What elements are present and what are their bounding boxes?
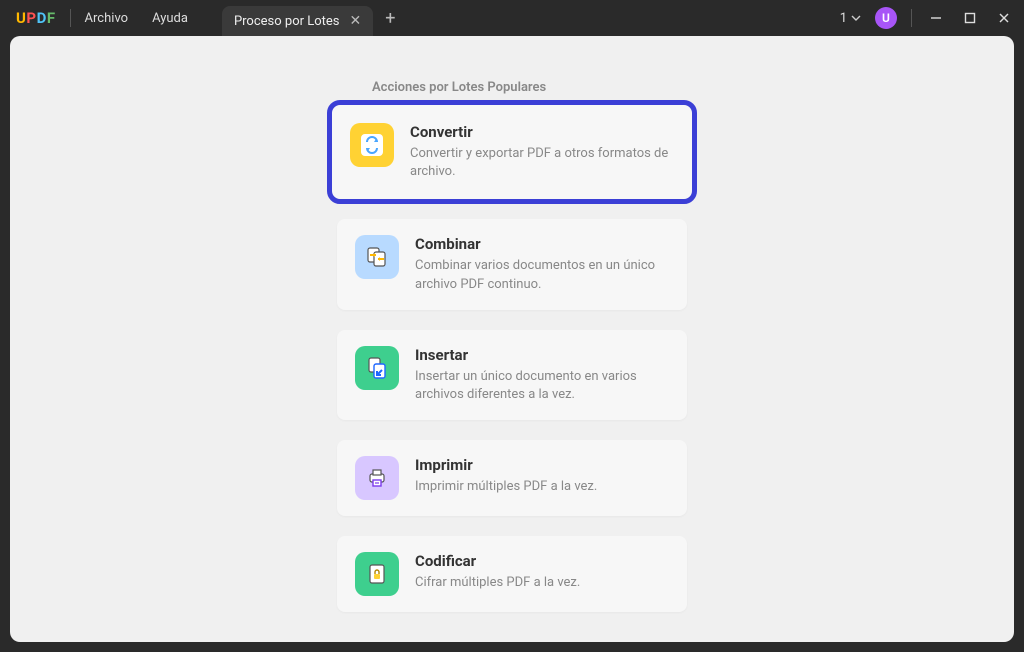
minimize-button[interactable]: [926, 12, 946, 24]
tab-label: Proceso por Lotes: [234, 14, 340, 29]
card-title: Combinar: [415, 235, 669, 253]
close-icon[interactable]: ✕: [350, 13, 362, 29]
card-desc: Combinar varios documentos en un único a…: [415, 257, 669, 293]
divider: [70, 9, 71, 27]
avatar[interactable]: U: [875, 7, 897, 29]
close-button[interactable]: [994, 12, 1014, 24]
app-logo: UPDF: [16, 9, 56, 27]
print-icon: [355, 456, 399, 500]
menu-file[interactable]: Archivo: [85, 11, 129, 26]
new-tab-button[interactable]: +: [385, 8, 395, 29]
insert-icon: [355, 346, 399, 390]
window-count[interactable]: 1: [840, 11, 861, 26]
chevron-down-icon: [851, 15, 861, 21]
menu-help[interactable]: Ayuda: [152, 11, 188, 26]
card-title: Insertar: [415, 346, 669, 364]
card-desc: Imprimir múltiples PDF a la vez.: [415, 478, 669, 496]
content-area: Acciones por Lotes Populares Convertir C…: [10, 36, 1014, 642]
tab-batch-process[interactable]: Proceso por Lotes ✕: [222, 6, 373, 36]
card-title: Imprimir: [415, 456, 669, 474]
maximize-button[interactable]: [960, 12, 980, 24]
combine-icon: [355, 235, 399, 279]
action-card-encrypt[interactable]: Codificar Cifrar múltiples PDF a la vez.: [337, 536, 687, 612]
action-card-combine[interactable]: Combinar Combinar varios documentos en u…: [337, 219, 687, 309]
titlebar-right: 1 U: [840, 7, 1014, 29]
action-card-list: Convertir Convertir y exportar PDF a otr…: [10, 105, 1014, 612]
action-card-print[interactable]: Imprimir Imprimir múltiples PDF a la vez…: [337, 440, 687, 516]
section-title: Acciones por Lotes Populares: [372, 80, 1014, 95]
card-title: Convertir: [410, 123, 674, 141]
action-card-insert[interactable]: Insertar Insertar un único documento en …: [337, 330, 687, 420]
convert-icon: [350, 123, 394, 167]
titlebar: UPDF Archivo Ayuda Proceso por Lotes ✕ +…: [0, 0, 1024, 36]
card-desc: Insertar un único documento en varios ar…: [415, 368, 669, 404]
divider: [911, 9, 912, 27]
card-title: Codificar: [415, 552, 669, 570]
card-desc: Cifrar múltiples PDF a la vez.: [415, 574, 669, 592]
card-desc: Convertir y exportar PDF a otros formato…: [410, 145, 674, 181]
encrypt-icon: [355, 552, 399, 596]
action-card-convert[interactable]: Convertir Convertir y exportar PDF a otr…: [332, 105, 692, 199]
